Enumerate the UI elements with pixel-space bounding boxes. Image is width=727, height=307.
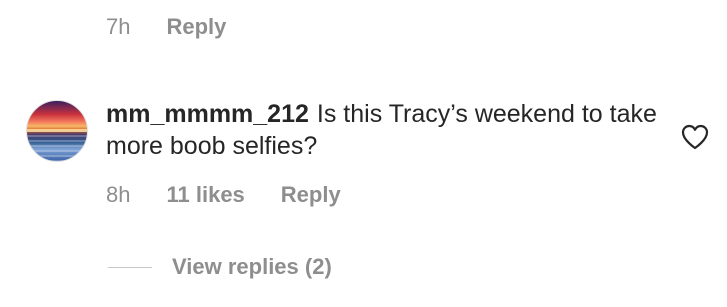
heart-outline-icon[interactable]: [681, 124, 709, 150]
comment-username[interactable]: mm_mmmm_212: [106, 100, 309, 128]
view-replies-label: View replies (2): [172, 254, 332, 279]
previous-comment-meta: 7h Reply: [106, 14, 226, 40]
reply-button[interactable]: Reply: [281, 182, 341, 208]
replies-divider-line: [108, 266, 152, 268]
timestamp: 8h: [106, 182, 131, 207]
reply-button[interactable]: Reply: [166, 14, 226, 40]
comment-body: mm_mmmm_212 Is this Tracy’s weekend to ta…: [106, 98, 666, 162]
likes-count[interactable]: 11 likes: [166, 182, 244, 208]
avatar-sun-line: [27, 129, 87, 132]
comment-meta: 8h 11 likes Reply: [106, 182, 341, 208]
avatar[interactable]: [26, 100, 88, 162]
avatar-water: [27, 135, 87, 161]
view-replies-button[interactable]: View replies (2): [108, 254, 332, 280]
timestamp: 7h: [106, 14, 131, 39]
